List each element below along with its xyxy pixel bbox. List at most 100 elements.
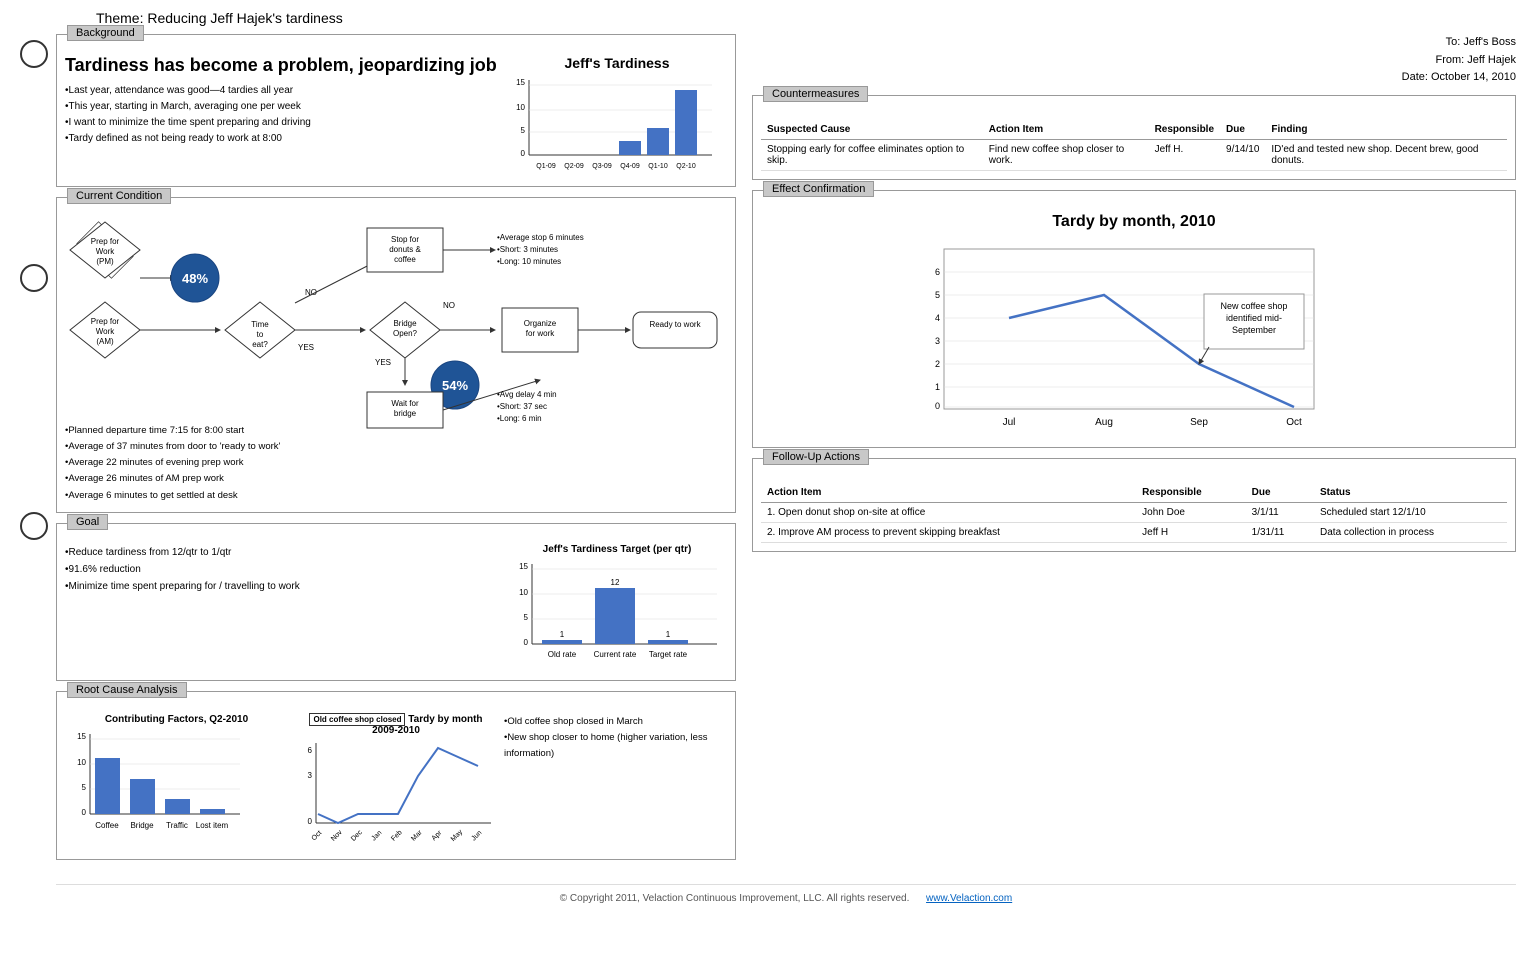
page: Theme: Reducing Jeff Hajek's tardiness B… <box>0 0 1536 960</box>
current-condition-label: Current Condition <box>67 188 171 204</box>
fu-cell-responsible: Jeff H <box>1136 522 1245 542</box>
effect-confirmation-section: Effect Confirmation Tardy by month, 2010… <box>752 190 1516 448</box>
svg-text:48%: 48% <box>182 271 208 286</box>
svg-text:Q1-10: Q1-10 <box>648 163 668 170</box>
svg-text:Traffic: Traffic <box>166 821 188 830</box>
svg-text:Mar: Mar <box>410 828 424 842</box>
tardy-month-chart-title: Tardy by month, 2010 <box>761 213 1507 231</box>
svg-text:Dec: Dec <box>350 828 364 842</box>
tardy-monthly-svg: 6 3 0 Oct Nov D <box>296 738 496 848</box>
circle-marker-2 <box>20 264 48 292</box>
cm-col-due: Due <box>1220 120 1265 140</box>
svg-text:15: 15 <box>519 562 528 571</box>
left-panel: Background Tardiness has become a proble… <box>56 34 736 870</box>
fu-col-status: Status <box>1314 483 1507 503</box>
svg-text:Oct: Oct <box>311 829 324 842</box>
fu-row: 2. Improve AM process to prevent skippin… <box>761 522 1507 542</box>
svg-text:Jun: Jun <box>470 829 483 842</box>
theme-title: Theme: Reducing Jeff Hajek's tardiness <box>96 10 1516 26</box>
svg-text:Stop for: Stop for <box>391 235 419 244</box>
contributing-factors: Contributing Factors, Q2-2010 15 10 5 0 <box>65 714 288 851</box>
circle-marker-1 <box>20 40 48 68</box>
background-text: Tardiness has become a problem, jeopardi… <box>65 55 499 178</box>
cm-cell-due: 9/14/10 <box>1220 139 1265 170</box>
svg-text:Jan: Jan <box>370 829 383 842</box>
svg-text:Work: Work <box>96 327 116 336</box>
svg-text:0: 0 <box>524 638 529 647</box>
velaction-link[interactable]: www.Velaction.com <box>926 893 1012 904</box>
follow-up-label: Follow-Up Actions <box>763 449 869 465</box>
svg-text:4: 4 <box>935 313 940 323</box>
svg-text:5: 5 <box>521 126 526 135</box>
svg-text:15: 15 <box>77 732 86 741</box>
svg-text:•Long: 6 min: •Long: 6 min <box>497 414 542 423</box>
current-condition-content: Prep for Work (PM) 48% <box>65 206 727 504</box>
svg-text:YES: YES <box>298 343 314 352</box>
goal-section: Goal •Reduce tardiness from 12/qtr to 1/… <box>56 523 736 681</box>
svg-text:0: 0 <box>935 401 940 411</box>
cf-title: Contributing Factors, Q2-2010 <box>65 714 288 725</box>
background-chart-title: Jeff's Tardiness <box>507 55 727 71</box>
copyright: © Copyright 2011, Velaction Continuous I… <box>560 893 910 904</box>
svg-text:Current rate: Current rate <box>594 650 637 659</box>
svg-text:Q2-10: Q2-10 <box>676 163 696 170</box>
header-to: To: Jeff's Boss <box>752 34 1516 52</box>
svg-text:0: 0 <box>521 149 526 158</box>
svg-text:Time: Time <box>251 320 269 329</box>
svg-text:•Avg delay 4 min: •Avg delay 4 min <box>497 390 557 399</box>
svg-text:Bridge: Bridge <box>130 821 154 830</box>
svg-text:3: 3 <box>308 771 313 780</box>
fu-col-due: Due <box>1246 483 1314 503</box>
cf-bar-chart: 15 10 5 0 <box>65 729 245 839</box>
svg-text:Q1-09: Q1-09 <box>536 163 556 170</box>
svg-text:(AM): (AM) <box>96 337 114 346</box>
svg-text:Nov: Nov <box>330 828 344 842</box>
root-cause-section: Root Cause Analysis Contributing Factors… <box>56 691 736 860</box>
current-condition-section: Current Condition Prep for Wor <box>56 197 736 513</box>
goal-chart-title: Jeff's Tardiness Target (per qtr) <box>507 544 727 555</box>
svg-text:for work: for work <box>526 329 555 338</box>
svg-text:•Short: 3 minutes: •Short: 3 minutes <box>497 245 558 254</box>
follow-up-table: Action Item Responsible Due Status 1. Op… <box>761 483 1507 543</box>
svg-text:15: 15 <box>516 78 525 87</box>
svg-text:identified mid-: identified mid- <box>1226 313 1282 323</box>
svg-text:1: 1 <box>666 630 671 639</box>
background-section: Background Tardiness has become a proble… <box>56 34 736 187</box>
svg-text:•Short: 37 sec: •Short: 37 sec <box>497 402 547 411</box>
svg-text:5: 5 <box>524 613 529 622</box>
header-from: From: Jeff Hajek <box>752 52 1516 70</box>
svg-text:Feb: Feb <box>390 829 404 843</box>
svg-text:Prep for: Prep for <box>91 317 120 326</box>
background-chart: Jeff's Tardiness 15 10 5 0 <box>507 55 727 178</box>
svg-text:10: 10 <box>519 588 528 597</box>
svg-text:3: 3 <box>935 336 940 346</box>
svg-text:Coffee: Coffee <box>95 821 119 830</box>
cm-cell-responsible: Jeff H. <box>1149 139 1220 170</box>
svg-text:•Long: 10 minutes: •Long: 10 minutes <box>497 257 561 266</box>
svg-text:Prep for: Prep for <box>91 237 120 246</box>
cm-col-responsible: Responsible <box>1149 120 1220 140</box>
svg-text:bridge: bridge <box>394 409 417 418</box>
fu-col-action: Action Item <box>761 483 1136 503</box>
cm-cell-action: Find new coffee shop closer to work. <box>983 139 1149 170</box>
current-condition-bullets: •Planned departure time 7:15 for 8:00 st… <box>65 423 727 504</box>
background-bar-chart: 15 10 5 0 <box>507 75 717 175</box>
header-date: Date: October 14, 2010 <box>752 69 1516 87</box>
tardy-monthly-chart: Old coffee shop closed Tardy by month200… <box>296 714 496 851</box>
countermeasures-section: Countermeasures Suspected Cause Action I… <box>752 95 1516 180</box>
fu-cell-action: 2. Improve AM process to prevent skippin… <box>761 522 1136 542</box>
follow-up-section: Follow-Up Actions Action Item Responsibl… <box>752 458 1516 552</box>
svg-text:10: 10 <box>516 103 525 112</box>
svg-text:(PM): (PM) <box>96 257 114 266</box>
footer: © Copyright 2011, Velaction Continuous I… <box>56 884 1516 904</box>
svg-text:Work: Work <box>96 247 116 256</box>
svg-text:6: 6 <box>308 746 313 755</box>
fu-cell-responsible: John Doe <box>1136 502 1245 522</box>
cm-row: Stopping early for coffee eliminates opt… <box>761 139 1507 170</box>
circle-marker-3 <box>20 512 48 540</box>
flowchart: Prep for Work (PM) 48% <box>65 220 725 420</box>
svg-text:10: 10 <box>77 758 86 767</box>
fu-cell-status: Scheduled start 12/1/10 <box>1314 502 1507 522</box>
effect-confirmation-label: Effect Confirmation <box>763 181 874 197</box>
goal-text: •Reduce tardiness from 12/qtr to 1/qtr•9… <box>65 544 499 672</box>
